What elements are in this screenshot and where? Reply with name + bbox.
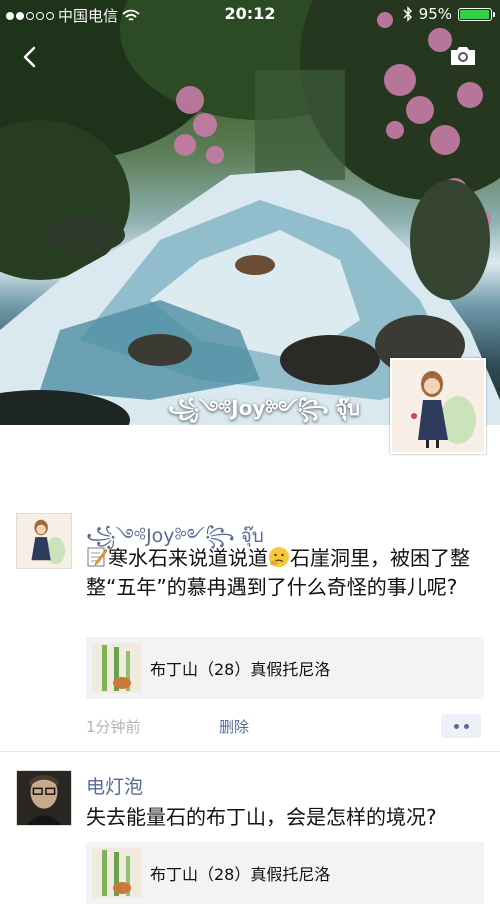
status-bar: 中国电信 20:12 95% — [0, 0, 500, 28]
battery-icon — [458, 7, 495, 21]
shared-link-card[interactable]: 布丁山（28）真假托尼洛 — [86, 637, 484, 699]
post-divider — [0, 751, 500, 752]
post-time: 1分钟前 — [86, 718, 141, 736]
cover-avatar[interactable] — [390, 358, 486, 454]
shared-link-card[interactable]: 布丁山（28）真假托尼洛 — [86, 842, 484, 904]
more-dots-icon[interactable] — [441, 714, 481, 738]
post-text-part1: 寒水石来说道说道 — [108, 546, 268, 570]
post-author-name[interactable]: 电灯泡 — [86, 772, 143, 799]
avatar-portrait — [17, 771, 71, 825]
bluetooth-icon — [403, 6, 412, 22]
battery-percent: 95% — [418, 5, 452, 23]
link-title: 布丁山（28）真假托尼洛 — [150, 660, 331, 679]
link-thumbnail — [92, 848, 142, 898]
avatar-illustration — [392, 360, 484, 452]
thinking-face-icon — [269, 547, 289, 567]
cover-display-name: ꧁༺Joy༻꧂ จุ๊บ — [167, 396, 360, 420]
link-thumbnail — [92, 643, 142, 693]
bamboo-illustration — [92, 643, 142, 693]
camera-icon[interactable] — [448, 44, 478, 68]
post-author-avatar[interactable] — [16, 770, 72, 826]
post-author-avatar[interactable] — [16, 513, 72, 569]
avatar-illustration — [17, 514, 71, 568]
bamboo-illustration — [92, 848, 142, 898]
back-chevron-icon[interactable] — [16, 40, 44, 74]
delete-button[interactable]: 删除 — [219, 716, 249, 737]
link-title: 布丁山（28）真假托尼洛 — [150, 865, 331, 884]
post-text: 寒水石来说道说道 石崖洞里，被困了整整“五年”的慕冉遇到了什么奇怪的事儿呢? — [86, 544, 484, 602]
memo-icon — [87, 547, 108, 567]
post-text: 失去能量石的布丁山，会是怎样的境况? — [86, 805, 437, 829]
